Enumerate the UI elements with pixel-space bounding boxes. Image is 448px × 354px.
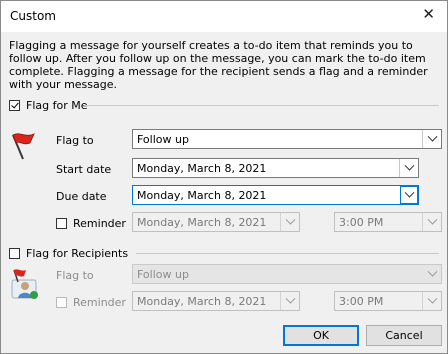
flag-for-me-checkbox[interactable] <box>9 100 20 111</box>
flag-to-dropdown[interactable]: Follow up <box>132 129 442 149</box>
recipients-flag-to-value: Follow up <box>137 268 189 281</box>
chevron-down-icon[interactable] <box>399 159 418 177</box>
reminder-time-value: 3:00 PM <box>339 216 384 229</box>
recipients-reminder-time-picker[interactable]: 3:00 PM <box>334 291 442 311</box>
flag-for-me-label: Flag for Me <box>26 99 88 112</box>
chevron-down-icon[interactable] <box>422 130 441 148</box>
due-date-picker[interactable]: Monday, March 8, 2021 <box>132 185 419 205</box>
section-divider <box>136 253 439 254</box>
reminder-checkbox-row[interactable]: Reminder <box>56 217 126 230</box>
start-date-label: Start date <box>56 163 112 176</box>
red-flag-icon <box>12 133 35 160</box>
cancel-button[interactable]: Cancel <box>366 325 442 346</box>
custom-flag-dialog: Custom ✕ Flagging a message for yourself… <box>0 0 448 354</box>
flag-for-recipients-checkbox-row[interactable]: Flag for Recipients <box>9 247 128 260</box>
section-divider <box>84 105 439 106</box>
start-date-picker[interactable]: Monday, March 8, 2021 <box>132 158 419 178</box>
flag-for-me-checkbox-row[interactable]: Flag for Me <box>9 99 87 112</box>
reminder-date-picker[interactable]: Monday, March 8, 2021 <box>132 212 300 232</box>
title-bar: Custom ✕ <box>1 1 447 32</box>
recipients-reminder-date-value: Monday, March 8, 2021 <box>137 295 267 308</box>
recipients-flag-to-dropdown[interactable]: Follow up <box>132 264 442 284</box>
start-date-value: Monday, March 8, 2021 <box>137 162 267 175</box>
chevron-down-icon[interactable] <box>280 213 299 231</box>
flag-to-label: Flag to <box>56 134 94 147</box>
flag-for-recipients-checkbox[interactable] <box>9 248 20 259</box>
reminder-label: Reminder <box>73 217 126 230</box>
dialog-title: Custom <box>10 9 56 23</box>
reminder-time-picker[interactable]: 3:00 PM <box>334 212 442 232</box>
due-date-label: Due date <box>56 190 107 203</box>
reminder-date-value: Monday, March 8, 2021 <box>137 216 267 229</box>
chevron-down-icon[interactable] <box>422 213 441 231</box>
dialog-description: Flagging a message for yourself creates … <box>9 39 428 91</box>
recipients-reminder-time-value: 3:00 PM <box>339 295 384 308</box>
reminder-checkbox[interactable] <box>56 218 67 229</box>
ok-button[interactable]: OK <box>283 325 359 346</box>
recipients-reminder-label: Reminder <box>73 296 126 309</box>
chevron-down-icon[interactable] <box>400 186 418 204</box>
chevron-down-icon[interactable] <box>423 265 441 283</box>
due-date-value: Monday, March 8, 2021 <box>137 189 267 202</box>
recipients-reminder-checkbox[interactable] <box>56 297 67 308</box>
recipients-reminder-checkbox-row[interactable]: Reminder <box>56 296 126 309</box>
recipients-flag-to-label: Flag to <box>56 269 94 282</box>
recipient-flag-icon <box>11 269 38 299</box>
close-icon[interactable]: ✕ <box>422 7 435 22</box>
chevron-down-icon[interactable] <box>422 292 441 310</box>
chevron-down-icon[interactable] <box>280 292 299 310</box>
flag-for-recipients-label: Flag for Recipients <box>26 247 129 260</box>
flag-to-value: Follow up <box>137 133 189 146</box>
recipients-reminder-date-picker[interactable]: Monday, March 8, 2021 <box>132 291 300 311</box>
